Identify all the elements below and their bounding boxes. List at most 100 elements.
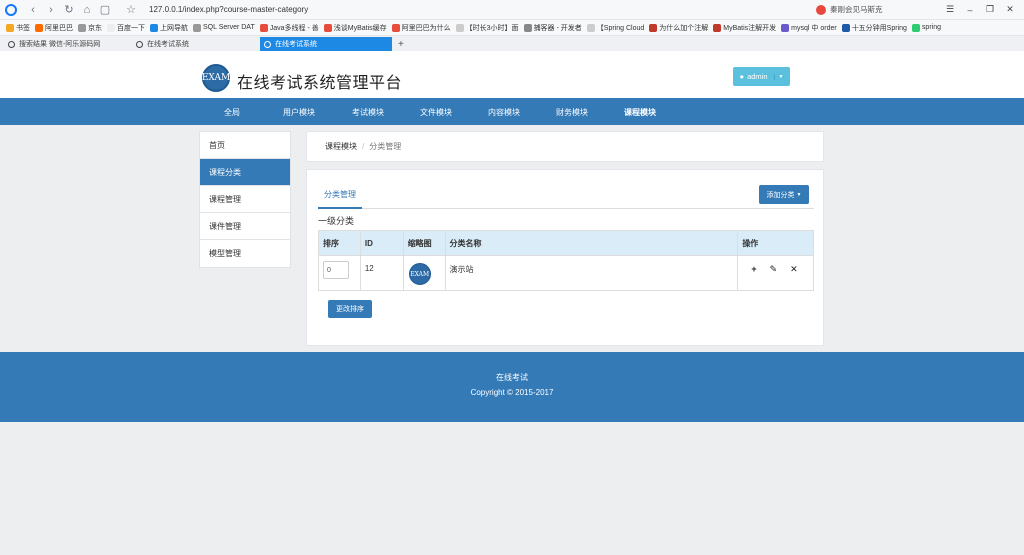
globe-icon [264,40,271,48]
breadcrumb-parent[interactable]: 课程模块 [325,141,357,152]
tab-favicon [8,40,15,48]
breadcrumb: 课程模块 / 分类管理 [306,131,824,162]
column-header-name: 分类名称 [446,231,739,255]
nav-users[interactable]: 用户模块 [283,107,315,118]
sidebar-item-course-manage[interactable]: 课程管理 [200,186,290,213]
column-header-thumbnail: 缩略图 [404,231,446,255]
caret-down-icon: ▼ [796,191,802,198]
user-menu-button[interactable]: ● admin ▼ [733,67,790,86]
bookmark-favicon [713,23,722,32]
globe-icon [193,23,201,32]
nav-files[interactable]: 文件模块 [420,107,452,118]
exam-logo: EXAM [202,64,230,92]
table-row: 0 12 EXAM 演示站 + ✎ ✕ [319,256,813,290]
home-icon[interactable]: ⌂ [79,2,95,18]
bookmark-favicon [911,23,920,32]
bookmark-favicon [259,23,268,32]
browser-search[interactable]: 秦刚会见马斯克 [816,4,936,15]
bookmark-item[interactable]: 十五分钟用Spring [841,23,907,33]
tab-exam-system-active[interactable]: 在线考试系统 [260,37,392,51]
bookmark-favicon [455,23,464,32]
update-order-button[interactable]: 更改排序 [328,300,372,318]
bookmark-item[interactable]: spring [911,23,941,32]
new-tab-icon[interactable]: + [398,39,404,50]
tab-category-manage[interactable]: 分类管理 [318,182,362,209]
forward-icon[interactable]: › [43,2,59,18]
bookmarks-bar: 书签 阿里巴巴 京东 百度一下 上网导航 SQL Server DAT Java… [0,20,1024,36]
search-engine-icon [816,4,826,15]
bookmark-item[interactable]: 浅谈MyBatis缓存 [323,23,387,33]
sidebar-item-home[interactable]: 首页 [200,132,290,159]
add-subcategory-icon[interactable]: + [751,264,756,275]
footer-copyright: Copyright © 2015-2017 [470,388,554,397]
sort-order-input[interactable]: 0 [323,261,349,279]
menu-icon[interactable]: ☰ [944,4,956,15]
site-header: EXAM 在线考试系统管理平台 ● admin ▼ [0,51,1024,98]
add-category-button[interactable]: 添加分类 ▼ [759,185,809,204]
table-header: 排序 ID 缩略图 分类名称 操作 [319,231,813,256]
bookmark-favicon [781,23,790,32]
bookmark-item[interactable]: 书签 [6,23,30,33]
sidebar: 首页 课程分类 课程管理 课件管理 模型管理 [199,131,291,268]
sort-cell: 0 [319,256,361,290]
name-cell: 演示站 [446,256,739,290]
bookmark-item[interactable]: 阿里巴巴 [35,23,73,33]
bookmark-item[interactable]: SQL Server DAT [193,23,255,32]
bookmark-favicon [391,23,400,32]
bookmark-item[interactable]: 【时长3小时】面 [455,23,519,33]
close-icon[interactable]: ✕ [1004,4,1016,15]
bookmark-favicon [107,23,115,32]
nav-courses[interactable]: 课程模块 [624,107,656,118]
bookmark-item[interactable]: 上网导航 [150,23,188,33]
bookmark-favicon [649,23,658,32]
page-title: 在线考试系统管理平台 [237,75,403,92]
bookmark-item[interactable]: 阿里巴巴为什么 [391,23,451,33]
bookmark-item[interactable]: 百度一下 [107,23,145,33]
sidebar-item-course-category[interactable]: 课程分类 [200,159,290,186]
tab-exam-system[interactable]: 在线考试系统 [132,37,260,51]
column-header-actions: 操作 [742,238,759,248]
bookmark-item[interactable]: MyBatis注解开发 [713,23,776,33]
breadcrumb-current: 分类管理 [369,142,402,151]
footer-title: 在线考试 [496,373,528,382]
bookmark-star-icon [6,23,14,32]
reader-icon[interactable]: ▢ [97,2,113,18]
search-hint: 秦刚会见马斯克 [830,5,883,14]
bookmark-favicon [841,23,850,32]
sidebar-item-courseware[interactable]: 课件管理 [200,213,290,240]
nav-exams[interactable]: 考试模块 [352,107,384,118]
browser-toolbar: ‹ › ↻ ⌂ ▢ ☆ 127.0.0.1/index.php?course-m… [0,0,1024,20]
bookmark-favicon [35,23,43,32]
panel-tabs: 分类管理 [318,182,814,209]
reload-icon[interactable]: ↻ [61,2,77,18]
url-field[interactable]: 127.0.0.1/index.php?course-master-catego… [149,5,816,14]
actions-cell: + ✎ ✕ [738,256,813,290]
id-cell: 12 [361,256,404,290]
nav-global[interactable]: 全局 [224,107,240,118]
restore-icon[interactable]: ❐ [984,4,996,15]
bookmark-item[interactable]: 京东 [78,23,102,33]
globe-icon [78,23,86,32]
back-icon[interactable]: ‹ [25,2,41,18]
star-icon[interactable]: ☆ [123,2,139,18]
bookmark-favicon [150,23,158,32]
bookmark-item[interactable]: 捕客器 - 开发者 [523,23,582,33]
delete-icon[interactable]: ✕ [790,264,798,275]
nav-finance[interactable]: 财务模块 [556,107,588,118]
tab-search-results[interactable]: 搜索结果 微信-阿乐源码网 [4,37,132,51]
bookmark-item[interactable]: 为什么加个注解 [649,23,708,33]
edit-icon[interactable]: ✎ [770,264,778,275]
bookmark-item[interactable]: Java多线程 - 善 [259,23,319,33]
row-actions: + ✎ ✕ [742,264,797,275]
nav-content[interactable]: 内容模块 [488,107,520,118]
sidebar-item-models[interactable]: 模型管理 [200,240,290,267]
bookmark-item[interactable]: 【Spring Cloud [586,23,644,33]
bookmark-item[interactable]: mysql 中 order [781,23,837,33]
browser-tabs: 搜索结果 微信-阿乐源码网 在线考试系统 在线考试系统 + [0,36,1024,51]
minimize-icon[interactable]: – [964,5,976,15]
add-category-label: 添加分类 [766,191,795,199]
bookmark-favicon [323,23,332,32]
main-nav: 全局 用户模块 考试模块 文件模块 内容模块 财务模块 课程模块 [0,98,1024,125]
toolbar-right: 秦刚会见马斯克 ☰ – ❐ ✕ [816,4,1024,15]
browser-logo-icon [5,3,17,16]
